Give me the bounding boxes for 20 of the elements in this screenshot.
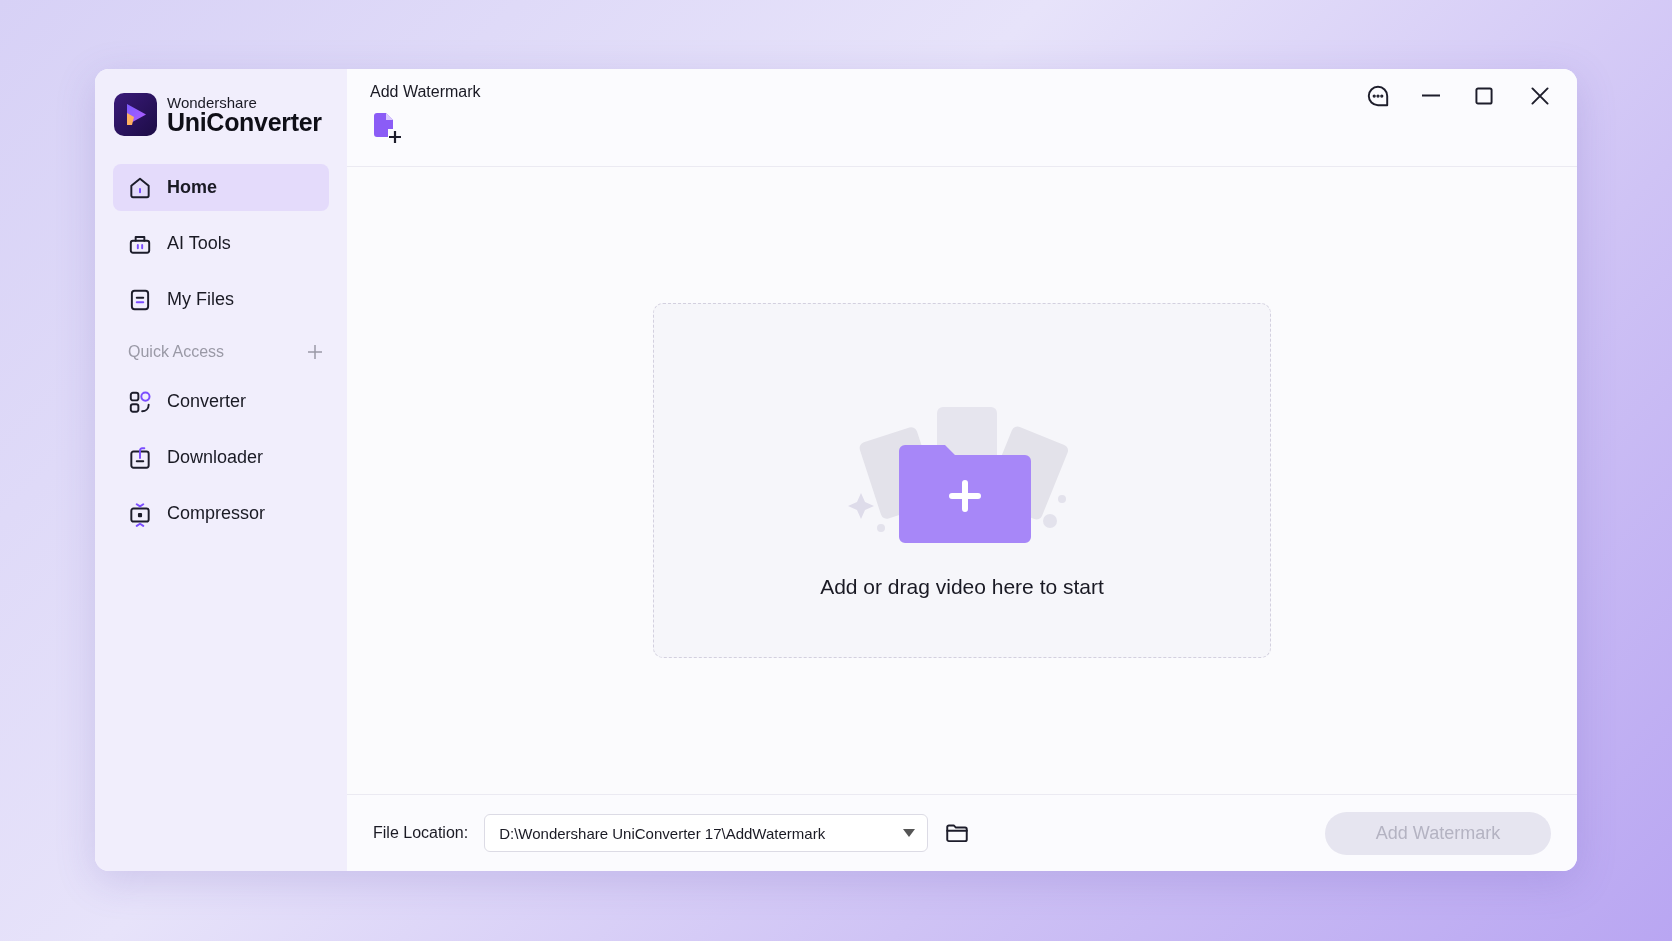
drop-hint: Add or drag video here to start [820, 574, 1104, 599]
brand-name: Wondershare [167, 94, 258, 110]
sidebar-item[interactable]: Downloader [113, 434, 329, 481]
caret-icon [903, 829, 916, 837]
path-dropdown[interactable]: D:\Wondershare UniConverter 17\AddWatermark [484, 814, 929, 852]
sidebar-item[interactable]: AI Tools [113, 220, 329, 267]
download-icon [127, 444, 153, 471]
sidebar-item[interactable]: Converter [113, 378, 329, 425]
field-label: File Location: [373, 824, 469, 842]
sidebar-item[interactable]: Home [113, 164, 329, 211]
page-title: Add Watermark [370, 83, 481, 101]
chat-icon [1365, 83, 1391, 109]
compress-icon [127, 500, 153, 527]
app-logo [114, 93, 157, 136]
sidebar-item[interactable]: My Files [113, 276, 329, 323]
sidebar-item[interactable]: Compressor [113, 490, 329, 537]
minimize-icon[interactable] [1421, 94, 1441, 97]
drop-zone[interactable]: Add or drag video here to start [653, 303, 1271, 658]
section-label: Quick Access [128, 343, 225, 361]
product-name: UniConverter [167, 109, 322, 135]
